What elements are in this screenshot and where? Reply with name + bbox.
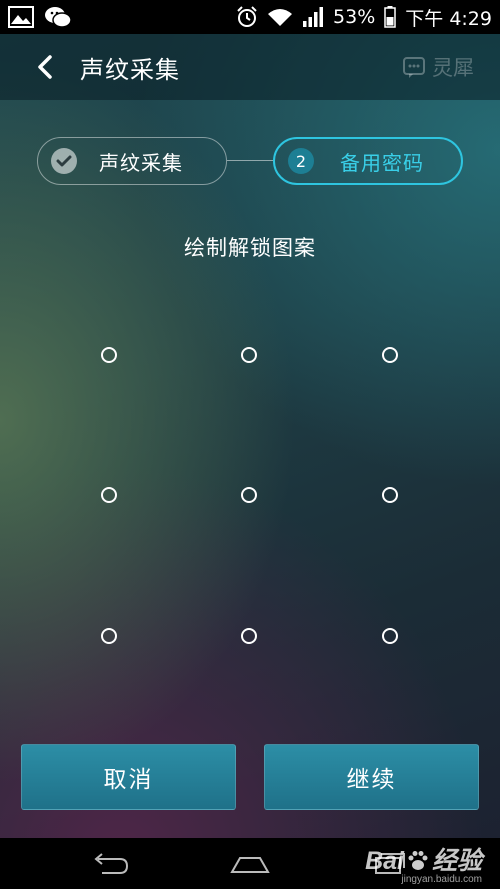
- pattern-instruction: 绘制解锁图案: [184, 236, 316, 260]
- gallery-icon: [8, 6, 34, 28]
- pattern-dot-2[interactable]: [241, 347, 257, 363]
- step-label: 备用密码: [340, 150, 424, 175]
- page-title: 声纹采集: [80, 55, 180, 84]
- battery-percent: 53%: [333, 6, 376, 28]
- step-backup-password: 2 备用密码: [273, 137, 463, 185]
- home-nav-button[interactable]: [200, 838, 300, 889]
- brand-logo: 灵犀: [402, 52, 474, 82]
- pattern-dot-5[interactable]: [241, 487, 257, 503]
- step-indicator: 声纹采集 2 备用密码: [37, 137, 463, 185]
- watermark-url: jingyan.baidu.com: [401, 874, 482, 885]
- battery-icon: [384, 6, 397, 28]
- clock: 下午 4:29: [405, 7, 492, 30]
- pattern-dot-8[interactable]: [241, 628, 257, 644]
- pattern-dot-9[interactable]: [382, 628, 398, 644]
- wifi-icon: [267, 7, 293, 27]
- wechat-icon: [44, 6, 72, 28]
- back-button[interactable]: [20, 34, 70, 100]
- back-arrow-icon: [94, 852, 129, 874]
- app-header: 声纹采集 灵犀: [0, 34, 500, 100]
- pattern-dot-7[interactable]: [101, 628, 117, 644]
- pattern-dot-4[interactable]: [101, 487, 117, 503]
- watermark-brand-a: Bai: [365, 847, 404, 875]
- alarm-icon: [236, 6, 258, 28]
- continue-button[interactable]: 继续: [264, 744, 479, 810]
- check-icon: [51, 148, 77, 174]
- status-bar: 53% 下午 4:29: [0, 0, 500, 34]
- watermark-brand-b: 经验: [431, 847, 482, 875]
- step-number: 2: [288, 148, 314, 174]
- paw-icon: [408, 851, 428, 870]
- signal-icon: [302, 7, 324, 27]
- pattern-dot-3[interactable]: [382, 347, 398, 363]
- lingxi-logo-icon: [403, 57, 425, 78]
- step-voiceprint: 声纹采集: [37, 137, 227, 185]
- pattern-dot-6[interactable]: [382, 487, 398, 503]
- chevron-left-icon: [38, 55, 52, 79]
- baidu-jingyan-watermark: Bai 经验 jingyan.baidu.com: [365, 848, 482, 885]
- back-nav-button[interactable]: [60, 838, 160, 889]
- system-nav-bar: Bai 经验 jingyan.baidu.com: [0, 838, 500, 889]
- cancel-button[interactable]: 取消: [21, 744, 236, 810]
- brand-name: 灵犀: [432, 56, 474, 80]
- step-connector: [227, 160, 273, 161]
- step-label: 声纹采集: [99, 150, 183, 175]
- home-icon: [230, 856, 270, 873]
- pattern-dot-1[interactable]: [101, 347, 117, 363]
